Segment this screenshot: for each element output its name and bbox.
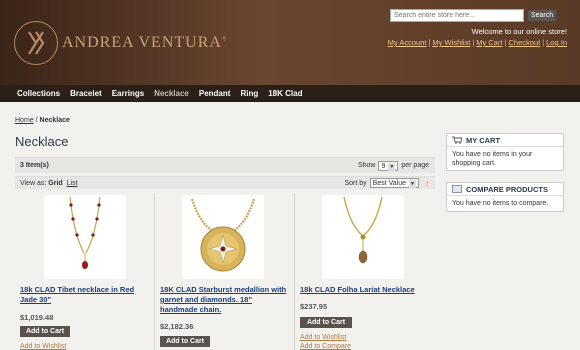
sort-by-label: Sort by: [344, 179, 367, 187]
chevron-down-icon: ▼: [388, 162, 396, 171]
product-image[interactable]: [182, 195, 264, 279]
chevron-down-icon: ▼: [409, 180, 416, 188]
view-list-link[interactable]: List: [67, 180, 78, 187]
sorter-toolbar: View as: Grid List Sort by Best Value ▼ ↑: [15, 176, 435, 189]
my-cart-link[interactable]: My Cart: [476, 38, 502, 47]
compare-icon: [452, 185, 462, 193]
column-divider: [154, 193, 155, 350]
add-to-compare-link[interactable]: Add to Compare: [300, 343, 351, 350]
breadcrumb: Home / Necklace: [15, 117, 70, 124]
cart-icon: [452, 136, 462, 144]
add-to-wishlist-link[interactable]: Add to Wishlist: [300, 334, 346, 341]
account-links: My Account | My Wishlist | My Cart | Checkout |…: [387, 38, 567, 47]
logo-monogram-icon: [28, 31, 45, 55]
add-to-cart-button[interactable]: Add to Cart: [300, 317, 352, 328]
nav-item-earrings[interactable]: Earrings: [112, 89, 144, 98]
nav-item-bracelet[interactable]: Bracelet: [70, 89, 102, 98]
per-page-label: per page: [401, 162, 429, 169]
my-wishlist-link[interactable]: My Wishlist: [432, 38, 470, 47]
product-name-link[interactable]: 18k CLAD Folha Lariat Necklace: [300, 285, 428, 295]
log-in-link[interactable]: Log In: [546, 38, 567, 47]
compare-empty-text: You have no items to compare.: [452, 200, 549, 207]
checkout-link[interactable]: Checkout: [509, 38, 541, 47]
view-grid-current: Grid: [48, 179, 63, 187]
welcome-message: Welcome to our online store!: [471, 27, 567, 36]
compare-products-block: COMPARE PRODUCTS You have no items to co…: [446, 182, 564, 212]
show-label: Show: [357, 162, 376, 169]
product-image[interactable]: [44, 195, 126, 279]
search-input[interactable]: [390, 9, 524, 22]
product-price: $1,019.48: [20, 313, 54, 322]
my-cart-block: MY CART You have no items in your shoppi…: [446, 133, 564, 171]
add-to-cart-button[interactable]: Add to Cart: [20, 326, 70, 337]
breadcrumb-current: Necklace: [39, 117, 70, 124]
item-count: 3 Item(s): [20, 162, 49, 169]
page-title: Necklace: [15, 134, 69, 149]
search-button[interactable]: Search: [527, 9, 557, 22]
nav-item-pendant[interactable]: Pendant: [199, 89, 231, 98]
compare-products-title: COMPARE PRODUCTS: [466, 184, 548, 194]
starburst-medallion-icon: [190, 198, 256, 272]
nav-item-necklace[interactable]: Necklace: [154, 89, 189, 98]
my-account-link[interactable]: My Account: [388, 38, 427, 47]
breadcrumb-home[interactable]: Home: [15, 117, 34, 124]
product-price: $2,182.36: [160, 322, 194, 331]
brand-name[interactable]: ANDREA VENTURA®: [62, 34, 228, 52]
main-nav: Collections Bracelet Earrings Necklace P…: [0, 85, 580, 102]
limit-select[interactable]: 9 ▼: [378, 160, 399, 171]
column-divider: [294, 193, 295, 350]
sort-select[interactable]: Best Value ▼: [369, 178, 419, 188]
arrow-up-icon[interactable]: ↑: [425, 179, 429, 188]
nav-item-18k-clad[interactable]: 18K Clad: [268, 89, 302, 98]
site-header: ANDREA VENTURA® Search Welcome to our on…: [0, 0, 580, 85]
product-name-link[interactable]: 18K CLAD Starburst medallion with garnet…: [160, 285, 288, 315]
pager-toolbar: 3 Item(s) Show 9 ▼ per page: [15, 157, 435, 173]
lariat-necklace-icon: [343, 196, 383, 264]
my-cart-title: MY CART: [466, 135, 501, 145]
view-as-label: View as:: [20, 179, 47, 187]
product-price: $237.95: [300, 302, 328, 311]
add-to-cart-button[interactable]: Add to Cart: [160, 336, 210, 347]
nav-item-ring[interactable]: Ring: [240, 89, 258, 98]
nav-item-collections[interactable]: Collections: [17, 89, 60, 98]
product-name-link[interactable]: 18k CLAD Tibet necklace in Red Jade 30": [20, 285, 148, 305]
product-image[interactable]: [322, 195, 404, 279]
red-jade-necklace-icon: [69, 196, 101, 269]
add-to-wishlist-link[interactable]: Add to Wishlist: [20, 343, 66, 350]
cart-empty-text: You have no items in your shopping cart.: [452, 151, 533, 167]
brand-logo-icon[interactable]: [14, 21, 58, 65]
